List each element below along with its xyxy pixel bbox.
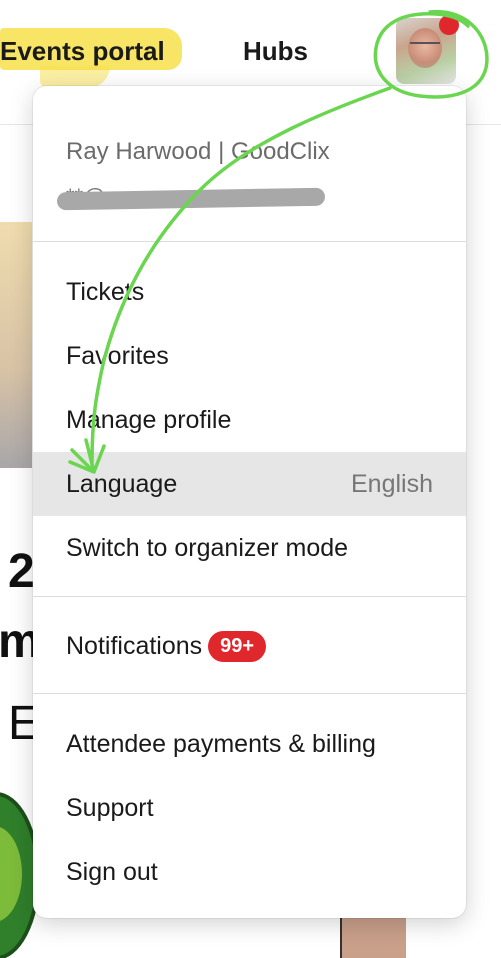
- menu-item-attendee-payments[interactable]: Attendee payments & billing: [33, 712, 466, 776]
- nav-hubs[interactable]: Hubs: [243, 36, 308, 67]
- menu-item-label: Attendee payments & billing: [66, 729, 376, 758]
- background-heading-fragment: 2: [8, 545, 35, 598]
- menu-divider: [33, 241, 466, 242]
- avatar-glasses: [410, 42, 440, 50]
- nav-events-portal[interactable]: Events portal: [0, 36, 165, 67]
- badge-inner: [0, 826, 22, 922]
- menu-item-notifications[interactable]: Notifications 99+: [33, 614, 466, 678]
- menu-item-label: Sign out: [66, 857, 158, 886]
- menu-item-tickets[interactable]: Tickets: [33, 260, 466, 324]
- menu-item-label: Tickets: [66, 277, 145, 306]
- menu-item-sign-out[interactable]: Sign out: [33, 840, 466, 904]
- menu-item-label: Support: [66, 793, 154, 822]
- menu-item-label: Language: [66, 469, 178, 498]
- menu-item-label: Notifications: [66, 631, 203, 660]
- menu-item-label: Switch to organizer mode: [66, 533, 349, 562]
- menu-divider: [33, 596, 466, 597]
- menu-item-manage-profile[interactable]: Manage profile: [33, 388, 466, 452]
- menu-item-label: Favorites: [66, 341, 169, 370]
- page: 2 m E Events portal Hubs Ray Harwood | G…: [0, 0, 501, 958]
- account-dropdown-menu: Ray Harwood | GoodClix **@ Tickets Favor…: [33, 86, 466, 918]
- menu-item-switch-organizer[interactable]: Switch to organizer mode: [33, 516, 466, 580]
- account-user-name: Ray Harwood | GoodClix: [66, 138, 330, 165]
- language-value: English: [351, 469, 433, 498]
- email-redaction-scribble: [56, 187, 326, 211]
- highlighter-mark: [40, 66, 110, 88]
- menu-item-favorites[interactable]: Favorites: [33, 324, 466, 388]
- background-photo: [340, 918, 406, 958]
- background-hero-image: [0, 222, 32, 468]
- notification-dot: [439, 15, 459, 35]
- menu-item-label: Manage profile: [66, 405, 232, 434]
- menu-item-language[interactable]: Language English: [33, 452, 466, 516]
- menu-divider: [33, 693, 466, 694]
- menu-item-support[interactable]: Support: [33, 776, 466, 840]
- notifications-count-badge: 99+: [208, 630, 267, 662]
